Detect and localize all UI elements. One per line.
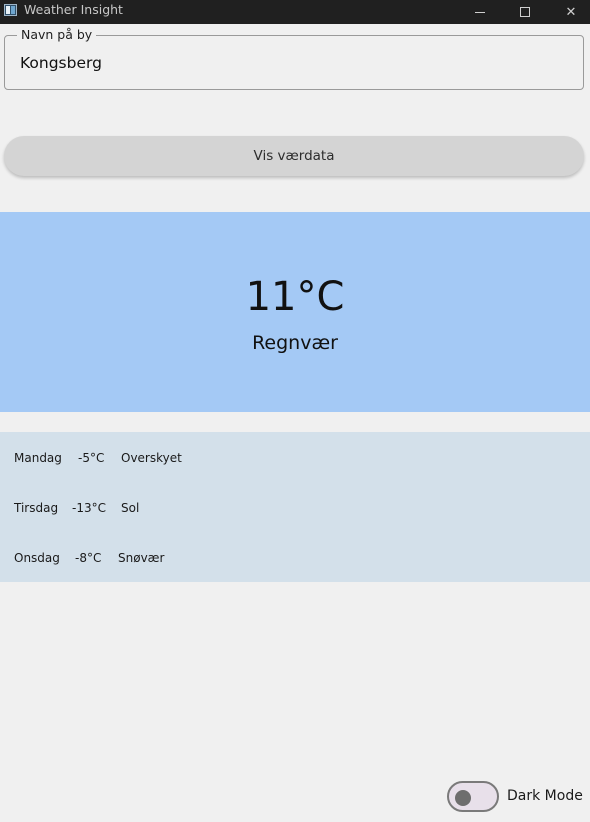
forecast-day: Mandag — [14, 451, 62, 465]
current-weather-panel: 11°C Regnvær — [0, 212, 590, 412]
close-button[interactable]: ✕ — [548, 0, 590, 24]
forecast-row: Onsdag -8°C Snøvær — [0, 551, 590, 571]
forecast-temp: -5°C — [78, 451, 105, 465]
show-weather-button[interactable]: Vis værdata — [4, 136, 584, 176]
maximize-button[interactable] — [502, 0, 548, 24]
minimize-icon — [475, 11, 485, 13]
forecast-day: Onsdag — [14, 551, 60, 565]
forecast-condition: Sol — [121, 501, 140, 515]
toggle-knob — [455, 790, 471, 806]
show-weather-button-label: Vis værdata — [253, 148, 335, 164]
forecast-panel: Mandag -5°C Overskyet Tirsdag -13°C Sol … — [0, 432, 590, 582]
forecast-temp: -13°C — [72, 501, 106, 515]
current-condition: Regnvær — [252, 332, 338, 354]
dark-mode-toggle[interactable] — [447, 781, 499, 812]
app-window: Weather Insight ✕ Navn på by Kongsberg V… — [0, 0, 590, 822]
forecast-row: Mandag -5°C Overskyet — [0, 451, 590, 471]
forecast-temp: -8°C — [75, 551, 102, 565]
maximize-icon — [520, 7, 530, 17]
dark-mode-label: Dark Mode — [507, 788, 583, 804]
forecast-row: Tirsdag -13°C Sol — [0, 501, 590, 521]
forecast-condition: Overskyet — [121, 451, 182, 465]
city-input[interactable]: Kongsberg — [20, 54, 102, 72]
current-temperature: 11°C — [245, 274, 345, 320]
forecast-day: Tirsdag — [14, 501, 59, 515]
window-title: Weather Insight — [24, 2, 123, 17]
forecast-condition: Snøvær — [118, 551, 165, 565]
app-icon — [4, 4, 17, 16]
city-field[interactable]: Navn på by Kongsberg — [4, 27, 584, 90]
minimize-button[interactable] — [457, 0, 503, 24]
title-bar[interactable]: Weather Insight ✕ — [0, 0, 590, 24]
close-icon: ✕ — [565, 4, 577, 20]
city-field-label: Navn på by — [17, 27, 97, 42]
